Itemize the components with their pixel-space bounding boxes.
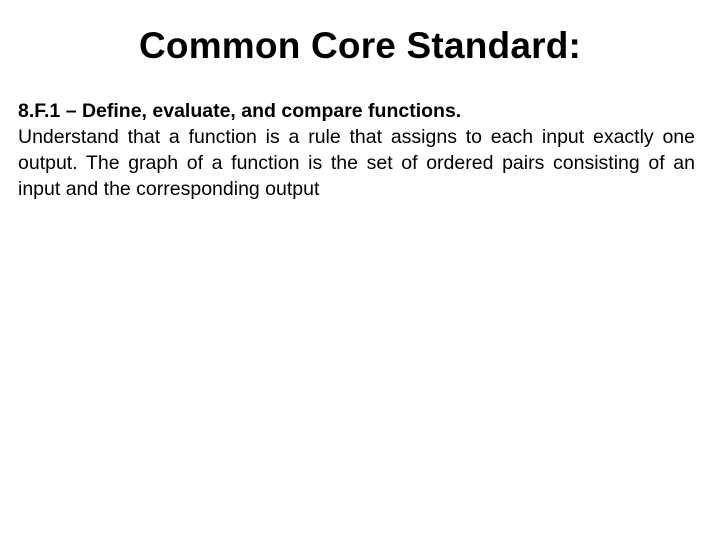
slide-title: Common Core Standard: — [138, 25, 582, 66]
standard-heading: 8.F.1 – Define, evaluate, and compare fu… — [18, 100, 462, 122]
slide-body: 8.F.1 – Define, evaluate, and compare fu… — [18, 98, 695, 202]
standard-description: Understand that a function is a rule tha… — [18, 126, 695, 200]
slide: Common Core Standard: 8.F.1 – Define, ev… — [0, 0, 720, 540]
